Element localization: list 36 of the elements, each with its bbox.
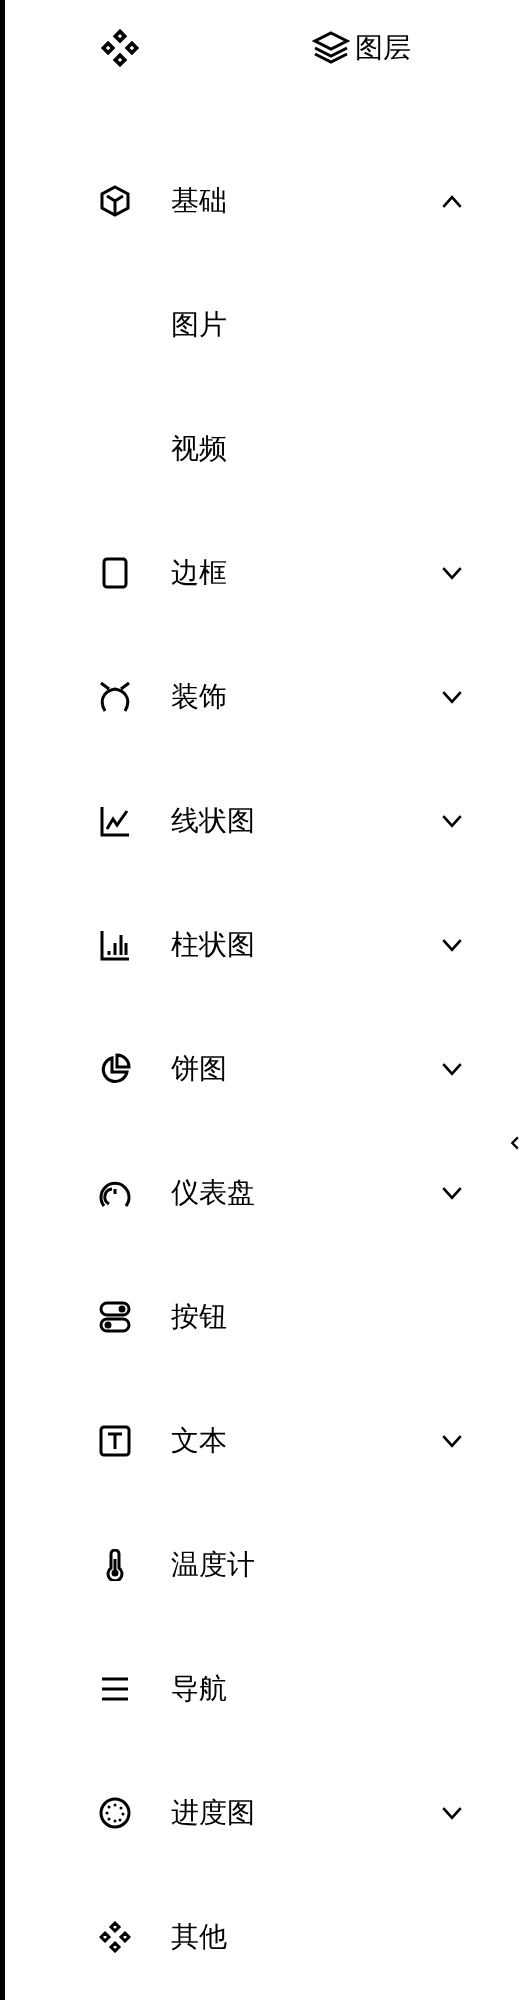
menu-item[interactable]: 饼图	[5, 1007, 519, 1131]
menu-item[interactable]: 按钮	[5, 1255, 519, 1379]
text-icon	[99, 1425, 131, 1457]
menu-item[interactable]: 基础	[5, 139, 519, 263]
menu-item[interactable]: 仪表盘	[5, 1131, 519, 1255]
chevron-down-icon[interactable]	[441, 566, 463, 580]
collapse-icon[interactable]	[510, 1136, 519, 1150]
chevron-down-icon[interactable]	[441, 1186, 463, 1200]
chevron-down-icon[interactable]	[441, 938, 463, 952]
menu-item[interactable]: 其他	[5, 1875, 519, 1999]
chevron-up-icon[interactable]	[441, 194, 463, 208]
cube-icon	[99, 185, 131, 217]
menu-item[interactable]: 导航	[5, 1627, 519, 1751]
chevron-down-icon[interactable]	[441, 1806, 463, 1820]
menu-item[interactable]: 进度图	[5, 1751, 519, 1875]
line-chart-icon	[99, 805, 131, 837]
dial-icon	[99, 1797, 131, 1829]
diamonds-icon[interactable]	[101, 29, 139, 67]
diamonds-icon	[99, 1921, 131, 1953]
menu-item[interactable]: 柱状图	[5, 883, 519, 1007]
chevron-down-icon[interactable]	[441, 1434, 463, 1448]
chevron-down-icon[interactable]	[441, 1062, 463, 1076]
menu-item[interactable]: 文本	[5, 1379, 519, 1503]
chevron-down-icon[interactable]	[441, 814, 463, 828]
submenu-item[interactable]: 视频	[5, 387, 227, 511]
toggle-icon	[99, 1301, 131, 1333]
menu-item[interactable]: 线状图	[5, 759, 519, 883]
chevron-down-icon[interactable]	[441, 690, 463, 704]
horns-icon	[99, 681, 131, 713]
pie-chart-icon	[99, 1053, 131, 1085]
bar-chart-icon	[99, 929, 131, 961]
menu-item[interactable]: 装饰	[5, 635, 519, 759]
layers-tab[interactable]: 图层	[311, 28, 411, 68]
menu-item[interactable]: 边框	[5, 511, 519, 635]
menu-item[interactable]: 温度计	[5, 1503, 519, 1627]
submenu-item[interactable]: 图片	[5, 263, 227, 387]
